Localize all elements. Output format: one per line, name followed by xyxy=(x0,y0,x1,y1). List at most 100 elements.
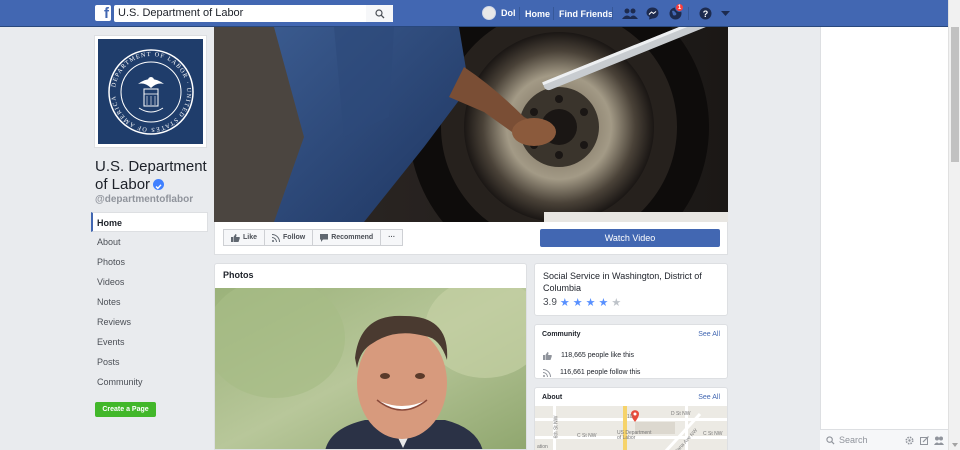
profile-picture[interactable]: DEPARTMENT OF LABOR · UNITED STATES OF A… xyxy=(94,35,207,148)
page-scrollbar[interactable] xyxy=(948,0,960,450)
map-place-label: US Department of Labor xyxy=(617,430,652,441)
likes-count-text: 118,665 people like this xyxy=(561,352,635,359)
svg-text:DEPARTMENT OF LABOR · UNITED S: DEPARTMENT OF LABOR · UNITED STATES OF A… xyxy=(105,46,192,133)
likes-stat: 118,665 people like this xyxy=(535,347,727,364)
community-card: Community See All 118,665 people like th… xyxy=(534,324,728,379)
map-street-label: C St NW xyxy=(703,431,723,437)
gear-icon[interactable] xyxy=(905,436,914,445)
watch-video-button[interactable]: Watch Video xyxy=(540,229,720,247)
follows-count-text: 116,661 people follow this xyxy=(560,369,641,376)
help-icon[interactable]: ? xyxy=(697,6,713,21)
star-icon: ★ xyxy=(598,297,609,309)
star-icon: ★ xyxy=(572,297,583,309)
nav-divider xyxy=(688,7,689,20)
user-name: Dol xyxy=(501,8,516,18)
page-actions-bar: Like Follow Recommend ··· Watch Video xyxy=(214,222,728,255)
side-nav-reviews[interactable]: Reviews xyxy=(91,312,208,332)
page-title-text: U.S. Department of Labor xyxy=(95,158,207,193)
verified-badge-icon xyxy=(153,178,165,190)
portrait-photo-image xyxy=(215,278,526,449)
side-nav-posts[interactable]: Posts xyxy=(91,352,208,372)
recommend-button[interactable]: Recommend xyxy=(312,229,382,246)
like-label: Like xyxy=(243,234,258,241)
community-see-all-link[interactable]: See All xyxy=(698,331,720,338)
side-nav-videos[interactable]: Videos xyxy=(91,272,208,292)
map-street-label: D St NW xyxy=(671,411,691,417)
rating-summary[interactable]: 3.9 ★ ★ ★ ★ ★ xyxy=(543,297,719,309)
side-nav-community[interactable]: Community xyxy=(91,372,208,392)
recommend-bubble-icon xyxy=(320,233,329,242)
nav-divider xyxy=(553,7,554,20)
follows-stat: 116,661 people follow this xyxy=(535,364,727,381)
profile-link[interactable]: Dol xyxy=(482,6,516,20)
recommend-label: Recommend xyxy=(331,234,374,241)
page-action-buttons: Like Follow Recommend ··· xyxy=(223,229,404,246)
photos-card-title[interactable]: Photos xyxy=(215,264,526,288)
facebook-logo-icon[interactable]: f xyxy=(95,5,111,21)
featured-photo[interactable] xyxy=(215,278,526,449)
map-street-label: 6th St NW xyxy=(553,415,560,439)
about-title: About xyxy=(542,394,563,401)
community-card-header: Community See All xyxy=(535,325,727,338)
follow-button[interactable]: Follow xyxy=(264,229,314,246)
group-chat-icon[interactable] xyxy=(934,436,944,445)
about-see-all-link[interactable]: See All xyxy=(698,394,720,401)
new-message-icon[interactable] xyxy=(920,436,929,445)
like-button[interactable]: Like xyxy=(223,229,266,246)
svg-text:?: ? xyxy=(702,9,708,19)
create-page-button[interactable]: Create a Page xyxy=(95,402,156,417)
location-map[interactable]: D St NW C St NW C St NW US Department of… xyxy=(535,406,727,450)
cover-photo[interactable] xyxy=(214,27,728,222)
chat-search-bar[interactable]: Search xyxy=(820,429,948,450)
scrollbar-thumb[interactable] xyxy=(951,27,959,162)
thumbs-up-icon xyxy=(543,351,552,360)
notification-badge: 1 xyxy=(675,3,684,12)
more-dots-icon: ··· xyxy=(388,234,396,241)
nav-divider xyxy=(612,7,613,20)
side-nav-home[interactable]: Home xyxy=(91,212,208,232)
rss-follow-icon xyxy=(543,368,551,377)
about-card-header: About See All xyxy=(535,388,727,401)
community-title: Community xyxy=(542,331,581,338)
home-link[interactable]: Home xyxy=(525,9,550,19)
search-icon xyxy=(374,8,384,18)
page-category: Social Service in Washington, District o… xyxy=(535,264,727,315)
chat-sidebar xyxy=(820,27,948,450)
avatar xyxy=(482,6,496,20)
department-seal-logo: DEPARTMENT OF LABOR · UNITED STATES OF A… xyxy=(98,39,203,144)
photos-card: Photos xyxy=(214,263,527,450)
map-street-label: C St NW xyxy=(577,433,597,439)
scroll-down-arrow-icon[interactable] xyxy=(952,443,958,447)
messages-icon[interactable] xyxy=(644,6,660,21)
friend-requests-icon[interactable] xyxy=(622,6,638,21)
account-menu-chevron-down-icon[interactable] xyxy=(717,6,733,21)
page-category-text[interactable]: Social Service in Washington, District o… xyxy=(543,271,702,293)
search-icon xyxy=(826,436,835,445)
page-info-card: Social Service in Washington, District o… xyxy=(534,263,728,316)
rss-follow-icon xyxy=(272,233,281,242)
top-navigation-bar: f Dol Home Find Friends 1 ? xyxy=(0,0,948,27)
map-image xyxy=(535,406,727,450)
search-button[interactable] xyxy=(366,5,393,22)
find-friends-link[interactable]: Find Friends xyxy=(559,9,613,19)
rating-value: 3.9 xyxy=(543,297,557,308)
thumbs-up-icon xyxy=(231,233,240,242)
star-icon: ★ xyxy=(585,297,596,309)
side-nav-events[interactable]: Events xyxy=(91,332,208,352)
chat-search-placeholder: Search xyxy=(839,435,868,445)
map-street-label: ation xyxy=(537,444,548,450)
page-side-navigation: Home About Photos Videos Notes Reviews E… xyxy=(91,212,208,392)
map-street-label: 10 xyxy=(627,414,633,420)
follow-label: Follow xyxy=(283,234,306,241)
nav-divider xyxy=(519,7,520,20)
star-icon: ★ xyxy=(559,297,570,309)
search-input[interactable] xyxy=(114,5,393,22)
side-nav-photos[interactable]: Photos xyxy=(91,252,208,272)
about-card: About See All D St NW C St NW C St NW US… xyxy=(534,387,728,450)
page-handle[interactable]: @departmentoflabor xyxy=(95,194,193,205)
side-nav-notes[interactable]: Notes xyxy=(91,292,208,312)
more-options-button[interactable]: ··· xyxy=(380,229,404,246)
page-title: U.S. Department of Labor xyxy=(95,158,213,194)
side-nav-about[interactable]: About xyxy=(91,232,208,252)
star-empty-icon: ★ xyxy=(611,297,622,309)
